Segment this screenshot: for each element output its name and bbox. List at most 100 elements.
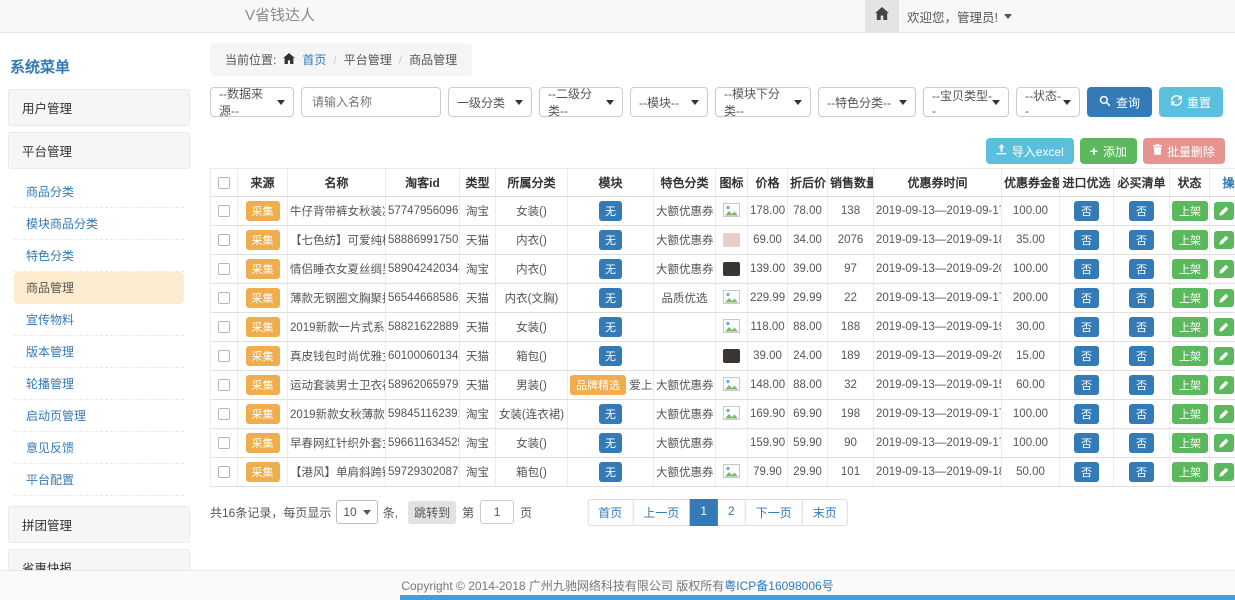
edit-button[interactable] <box>1214 463 1234 481</box>
sidebar-item[interactable]: 模块商品分类 <box>14 208 184 240</box>
icp-link[interactable]: 粤ICP备16098006号 <box>724 577 833 594</box>
filter-select[interactable]: --宝贝类型-- <box>923 87 1009 117</box>
status-button[interactable]: 上架 <box>1172 201 1208 221</box>
row-checkbox[interactable] <box>218 379 230 391</box>
import-toggle-button[interactable]: 否 <box>1074 201 1099 221</box>
row-checkbox[interactable] <box>218 292 230 304</box>
pager-item[interactable]: 上一页 <box>632 499 690 526</box>
edit-button[interactable] <box>1214 318 1234 336</box>
import-toggle-button[interactable]: 否 <box>1074 462 1099 482</box>
must-buy-toggle-button[interactable]: 否 <box>1129 317 1154 337</box>
price: 159.90 <box>748 429 788 458</box>
pager-item[interactable]: 末页 <box>802 499 848 526</box>
filter-select[interactable]: --模块下分类-- <box>715 87 811 117</box>
product-name: 牛仔背带裤女秋装减龄... <box>288 197 386 226</box>
import-toggle-button[interactable]: 否 <box>1074 230 1099 250</box>
filter-select[interactable]: 一级分类 <box>448 87 532 117</box>
sidebar-panel[interactable]: 平台管理 <box>8 132 190 169</box>
must-buy-toggle-button[interactable]: 否 <box>1129 346 1154 366</box>
edit-button[interactable] <box>1214 202 1234 220</box>
edit-button[interactable] <box>1214 405 1234 423</box>
per-page-select[interactable]: 10 <box>336 500 377 524</box>
icon-cell <box>716 400 748 429</box>
select-all-checkbox[interactable] <box>218 177 230 189</box>
status-button[interactable]: 上架 <box>1172 346 1208 366</box>
page-jump-input[interactable] <box>480 500 514 524</box>
filter-select[interactable]: --特色分类-- <box>818 87 916 117</box>
import-toggle-button[interactable]: 否 <box>1074 433 1099 453</box>
sidebar-panel[interactable]: 用户管理 <box>8 89 190 126</box>
search-button[interactable]: 查询 <box>1087 87 1152 117</box>
sidebar-item[interactable]: 商品管理 <box>14 272 184 304</box>
row-checkbox[interactable] <box>218 263 230 275</box>
source-badge: 采集 <box>246 317 280 337</box>
status-button[interactable]: 上架 <box>1172 404 1208 424</box>
jump-to-button[interactable]: 跳转到 <box>408 501 456 524</box>
status-button[interactable]: 上架 <box>1172 259 1208 279</box>
must-buy-toggle-button[interactable]: 否 <box>1129 288 1154 308</box>
filter-select[interactable]: --模块-- <box>630 87 708 117</box>
edit-button[interactable] <box>1214 434 1234 452</box>
sidebar-item[interactable]: 商品分类 <box>14 176 184 208</box>
pager-item[interactable]: 1 <box>689 499 718 526</box>
sidebar-item[interactable]: 版本管理 <box>14 336 184 368</box>
status-button[interactable]: 上架 <box>1172 317 1208 337</box>
must-buy-toggle-button[interactable]: 否 <box>1129 462 1154 482</box>
must-buy-cell: 否 <box>1114 342 1170 371</box>
sidebar-panel[interactable]: 省惠快报 <box>8 549 190 571</box>
row-checkbox[interactable] <box>218 234 230 246</box>
filter-select[interactable]: --状态-- <box>1016 87 1080 117</box>
reset-button[interactable]: 重置 <box>1159 87 1223 117</box>
must-buy-toggle-button[interactable]: 否 <box>1129 259 1154 279</box>
status-button[interactable]: 上架 <box>1172 433 1208 453</box>
import-toggle-button[interactable]: 否 <box>1074 259 1099 279</box>
edit-button[interactable] <box>1214 347 1234 365</box>
row-checkbox[interactable] <box>218 205 230 217</box>
import-toggle-button[interactable]: 否 <box>1074 375 1099 395</box>
sidebar-item[interactable]: 轮播管理 <box>14 368 184 400</box>
row-checkbox[interactable] <box>218 466 230 478</box>
filter-select[interactable]: --数据来源-- <box>210 87 294 117</box>
import-toggle-button[interactable]: 否 <box>1074 346 1099 366</box>
sidebar-panel[interactable]: 拼团管理 <box>8 506 190 543</box>
batch-delete-button[interactable]: 批量删除 <box>1143 138 1225 164</box>
add-button[interactable]: + 添加 <box>1080 138 1137 164</box>
pager-item[interactable]: 下一页 <box>745 499 803 526</box>
must-buy-toggle-button[interactable]: 否 <box>1129 404 1154 424</box>
row-checkbox[interactable] <box>218 408 230 420</box>
sidebar-item[interactable]: 意见反馈 <box>14 432 184 464</box>
edit-button[interactable] <box>1214 260 1234 278</box>
sidebar-item[interactable]: 宣传物料 <box>14 304 184 336</box>
home-button[interactable] <box>865 0 899 32</box>
must-buy-toggle-button[interactable]: 否 <box>1129 230 1154 250</box>
module-cell: 无 <box>568 226 654 255</box>
import-excel-button[interactable]: 导入excel <box>986 138 1074 164</box>
status-button[interactable]: 上架 <box>1172 375 1208 395</box>
import-toggle-button[interactable]: 否 <box>1074 288 1099 308</box>
status-button[interactable]: 上架 <box>1172 230 1208 250</box>
must-buy-toggle-button[interactable]: 否 <box>1129 433 1154 453</box>
row-checkbox[interactable] <box>218 437 230 449</box>
edit-button[interactable] <box>1214 289 1234 307</box>
name-input[interactable] <box>301 87 441 117</box>
filter-select[interactable]: --二级分类-- <box>539 87 623 117</box>
must-buy-toggle-button[interactable]: 否 <box>1129 201 1154 221</box>
breadcrumb-link-home[interactable]: 首页 <box>302 51 326 68</box>
edit-button[interactable] <box>1214 376 1234 394</box>
sidebar-item[interactable]: 平台配置 <box>14 464 184 496</box>
row-checkbox[interactable] <box>218 350 230 362</box>
sidebar-item[interactable]: 特色分类 <box>14 240 184 272</box>
import-toggle-button[interactable]: 否 <box>1074 404 1099 424</box>
import-toggle-button[interactable]: 否 <box>1074 317 1099 337</box>
sales-count: 2076 <box>828 226 874 255</box>
edit-button[interactable] <box>1214 231 1234 249</box>
pager-item[interactable]: 首页 <box>587 499 633 526</box>
row-checkbox[interactable] <box>218 321 230 333</box>
status-button[interactable]: 上架 <box>1172 462 1208 482</box>
user-menu[interactable]: 欢迎您，管理员! <box>907 0 1012 32</box>
status-button[interactable]: 上架 <box>1172 288 1208 308</box>
pager-item[interactable]: 2 <box>717 499 746 526</box>
source-cell: 采集 <box>238 255 288 284</box>
must-buy-toggle-button[interactable]: 否 <box>1129 375 1154 395</box>
sidebar-item[interactable]: 启动页管理 <box>14 400 184 432</box>
